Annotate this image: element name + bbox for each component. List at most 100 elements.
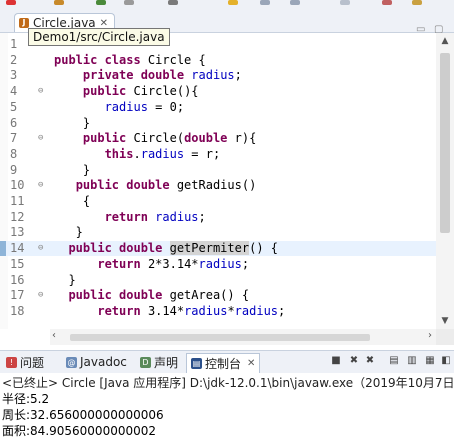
line-number: 3 — [10, 68, 18, 83]
editor-vertical-scrollbar[interactable]: ▲ ▼ — [436, 33, 454, 329]
close-icon[interactable]: ✕ — [247, 358, 255, 369]
console-line: 周长:32.656000000000006 — [2, 408, 164, 422]
pin-console-icon[interactable]: ▦ — [424, 355, 436, 367]
fold-toggle-icon[interactable]: ⊖ — [38, 178, 43, 193]
code-line[interactable]: 12 return radius; — [0, 210, 436, 225]
line-number: 13 — [10, 225, 25, 240]
code-line[interactable]: 7 ⊖ public Circle(double r){ — [0, 131, 436, 146]
scroll-lock-icon[interactable]: ▥ — [406, 355, 418, 367]
main-toolbar-strip — [0, 0, 454, 10]
console-line: 面积:84.90560000000002 — [2, 424, 157, 438]
code-text[interactable]: } — [54, 225, 83, 240]
code-text[interactable]: public double getRadius() — [54, 178, 257, 193]
code-line[interactable]: 15 return 2*3.14*radius; — [0, 257, 436, 272]
current-line-marker — [0, 241, 6, 257]
toolbar-icon[interactable] — [6, 0, 16, 5]
toolbar-icon[interactable] — [96, 0, 106, 5]
remove-launch-icon[interactable]: ✖ — [348, 355, 360, 367]
line-number: 9 — [10, 162, 18, 177]
line-number: 11 — [10, 194, 25, 208]
scroll-thumb[interactable] — [70, 334, 370, 341]
tab-declaration[interactable]: D 声明 — [140, 354, 178, 370]
line-number: 6 — [10, 115, 18, 130]
file-path-tooltip: Demo1/src/Circle.java — [28, 28, 170, 46]
scroll-corner — [436, 329, 454, 345]
scroll-thumb[interactable] — [440, 53, 450, 233]
code-text[interactable]: public double getPermiter() { — [54, 241, 278, 256]
code-line[interactable]: 2 public class Circle { — [0, 53, 436, 68]
line-number: 12 — [10, 209, 25, 224]
toolbar-icon[interactable] — [412, 0, 422, 5]
code-text[interactable]: { — [54, 194, 90, 209]
toolbar-icon[interactable] — [124, 0, 134, 5]
line-number: 2 — [10, 52, 18, 67]
code-text[interactable]: } — [54, 273, 75, 288]
terminate-icon[interactable]: ■ — [330, 355, 342, 367]
code-text[interactable]: public Circle(double r){ — [54, 131, 256, 146]
scroll-left-icon[interactable]: ‹ — [52, 330, 56, 341]
code-line[interactable]: 13 } — [0, 225, 436, 240]
tab-label: Javadoc — [80, 355, 127, 369]
problems-icon: ! — [6, 356, 17, 368]
console-line: 半径:5.2 — [2, 392, 50, 406]
tab-label: 控制台 — [205, 357, 242, 371]
code-line[interactable]: 9 } — [0, 163, 436, 178]
code-line[interactable]: 14 ⊖ public double getPermiter() { — [0, 241, 436, 257]
code-text[interactable]: this.radius = r; — [54, 147, 221, 162]
toolbar-icon[interactable] — [168, 0, 178, 5]
code-text[interactable]: } — [54, 163, 90, 178]
display-console-icon[interactable]: ◧ — [440, 355, 452, 367]
toolbar-icon[interactable] — [54, 0, 64, 5]
line-number: 16 — [10, 272, 25, 287]
toolbar-icon[interactable] — [228, 0, 238, 5]
fold-toggle-icon[interactable]: ⊖ — [38, 131, 43, 146]
code-line[interactable]: 17 ⊖ public double getArea() { — [0, 288, 436, 303]
code-text[interactable]: return 3.14*radius*radius; — [54, 304, 285, 319]
code-line[interactable]: 16 } — [0, 273, 436, 288]
close-icon[interactable]: ✕ — [100, 18, 108, 29]
code-line[interactable]: 5 radius = 0; — [0, 100, 436, 115]
code-editor[interactable]: 1 2 public class Circle {3 private double … — [0, 33, 436, 329]
tab-label: 问题 — [20, 355, 45, 370]
code-text[interactable]: private double radius; — [54, 68, 242, 83]
fold-toggle-icon[interactable]: ⊖ — [38, 288, 43, 303]
code-line[interactable]: 18 return 3.14*radius*radius; — [0, 304, 436, 319]
remove-all-icon[interactable]: ✖ — [364, 355, 376, 367]
code-text[interactable]: return 2*3.14*radius; — [54, 257, 249, 272]
toolbar-icon[interactable] — [382, 0, 392, 5]
code-text[interactable]: radius = 0; — [54, 100, 184, 115]
tab-label: 声明 — [154, 355, 179, 370]
scroll-down-icon[interactable]: ▼ — [436, 313, 454, 329]
code-line[interactable]: 11 { — [0, 194, 436, 209]
tab-console[interactable]: ▤ 控制台 ✕ — [186, 353, 261, 373]
fold-toggle-icon[interactable]: ⊖ — [38, 241, 43, 256]
scroll-up-icon[interactable]: ▲ — [436, 33, 454, 49]
tab-javadoc[interactable]: @ Javadoc — [66, 354, 127, 370]
toolbar-icon[interactable] — [290, 0, 300, 5]
code-line[interactable]: 4 ⊖ public Circle(){ — [0, 84, 436, 99]
toolbar-icon[interactable] — [260, 0, 270, 5]
console-output[interactable]: <已终止> Circle [Java 应用程序] D:\jdk-12.0.1\b… — [0, 373, 454, 446]
code-line[interactable]: 10 ⊖ public double getRadius() — [0, 178, 436, 193]
code-line[interactable]: 8 this.radius = r; — [0, 147, 436, 162]
code-text[interactable]: public class Circle { — [54, 53, 206, 68]
toolbar-icon[interactable] — [340, 0, 350, 5]
clear-console-icon[interactable]: ▤ — [388, 355, 400, 367]
javadoc-icon: @ — [66, 356, 77, 368]
bottom-panel-tabs: ! 问题 @ Javadoc D 声明 ▤ 控制台 ✕ ■ ✖ ✖ ▤ ▥ ▦ … — [0, 350, 454, 374]
code-text[interactable]: } — [54, 116, 90, 131]
java-file-icon: J — [19, 18, 29, 28]
line-number: 5 — [10, 99, 18, 114]
tab-problems[interactable]: ! 问题 — [6, 354, 44, 370]
declaration-icon: D — [140, 356, 151, 368]
code-text[interactable]: public double getArea() { — [54, 288, 249, 303]
fold-toggle-icon[interactable]: ⊖ — [38, 84, 43, 99]
scroll-right-icon[interactable]: › — [428, 330, 432, 341]
code-text[interactable]: public Circle(){ — [54, 84, 199, 99]
code-line[interactable]: 3 private double radius; — [0, 68, 436, 83]
code-line[interactable]: 6 } — [0, 116, 436, 131]
console-icon: ▤ — [191, 358, 202, 369]
editor-horizontal-scrollbar[interactable]: ‹ › — [50, 329, 436, 345]
line-number: 18 — [10, 303, 25, 318]
code-text[interactable]: return radius; — [54, 210, 206, 225]
